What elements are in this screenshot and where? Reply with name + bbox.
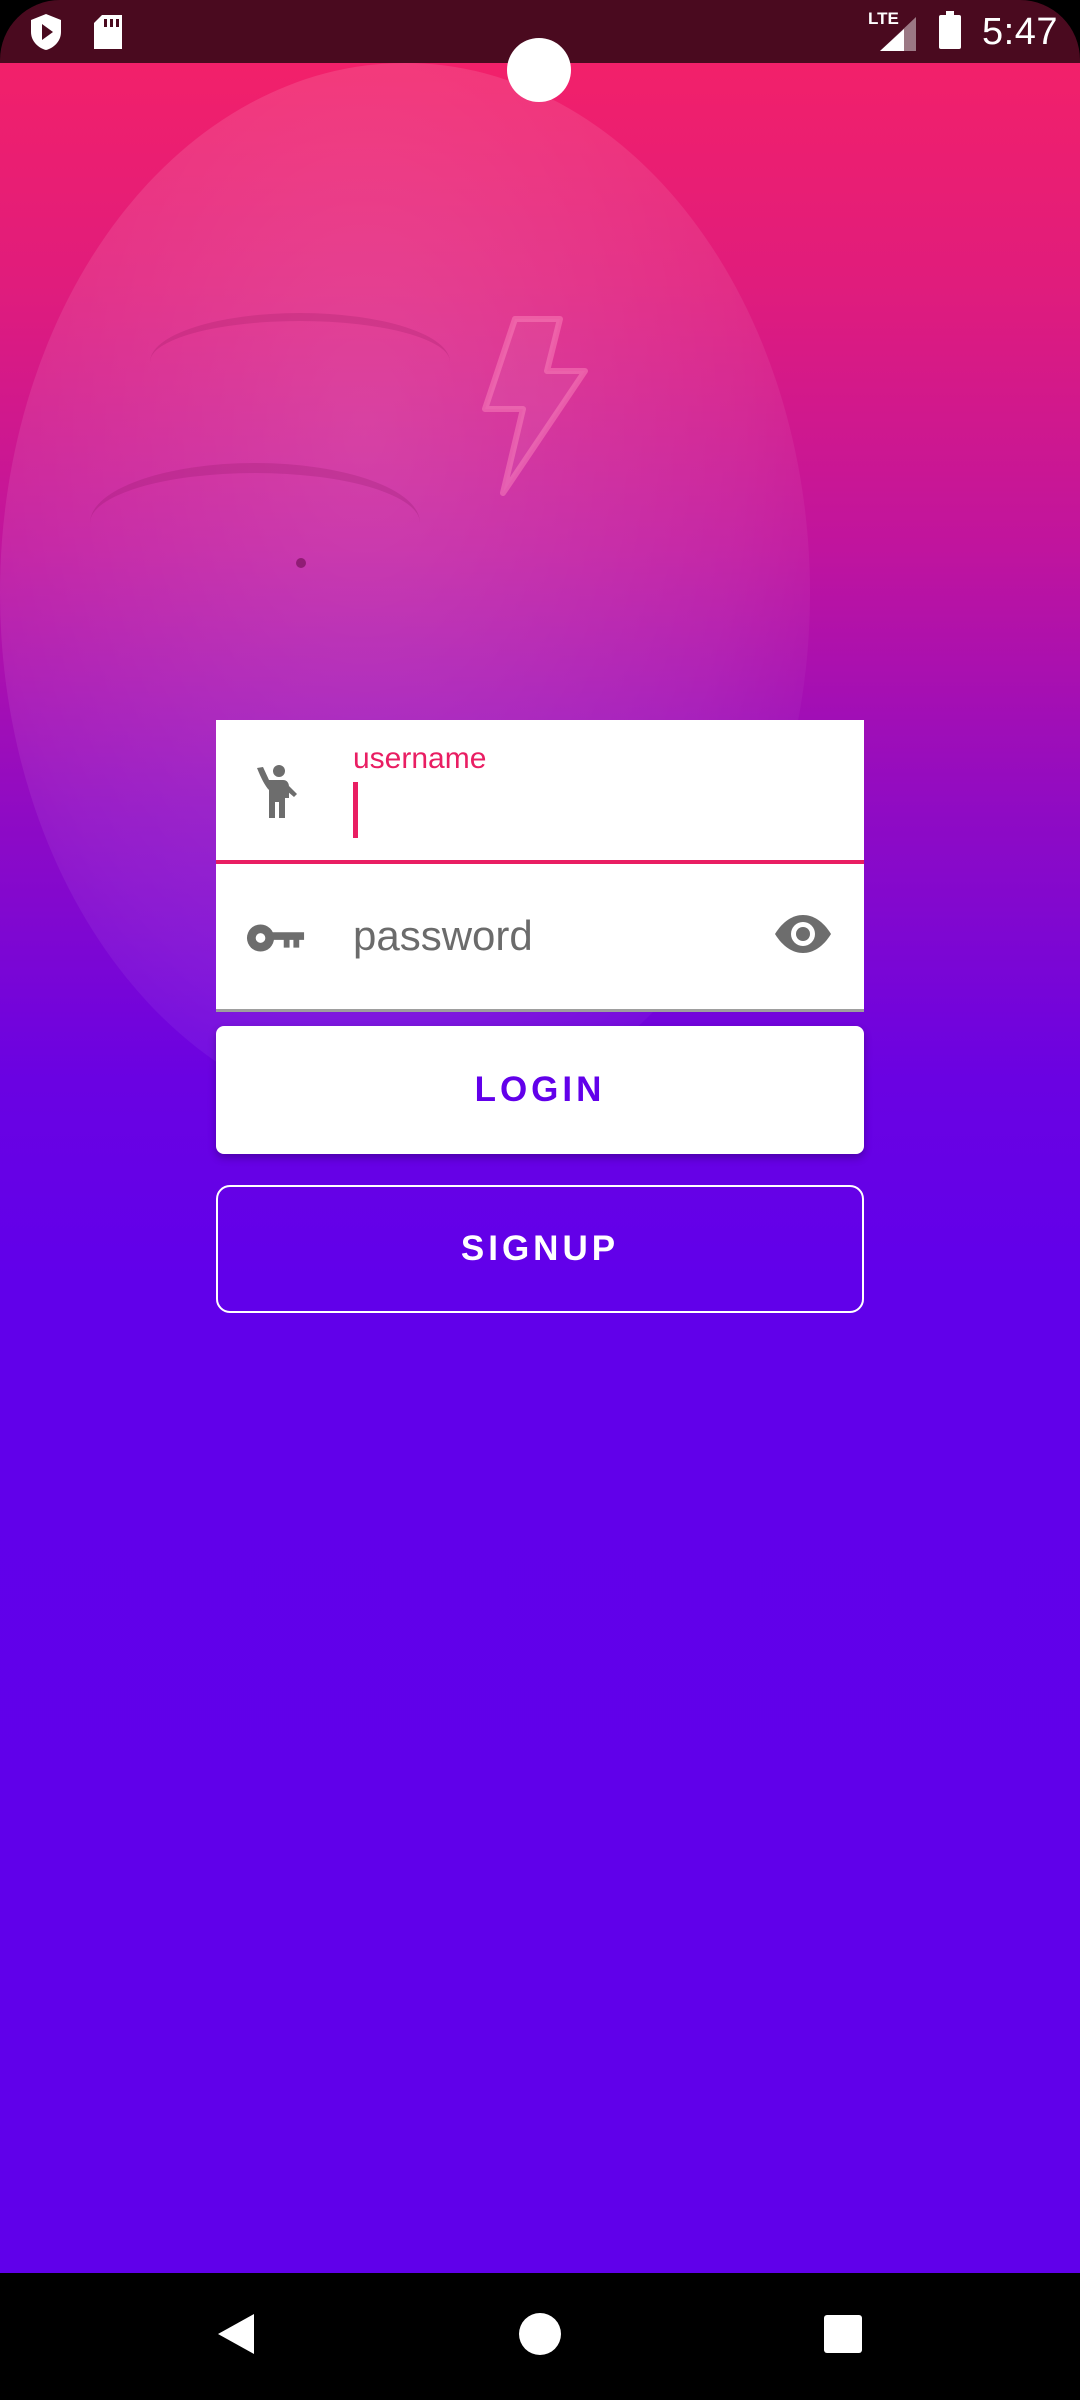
- main-content: username password LOGIN SIGNUP: [0, 63, 1080, 2273]
- status-left-icons: [28, 12, 124, 57]
- home-icon: [518, 2312, 562, 2361]
- login-form: username password LOGIN SIGNUP: [216, 720, 864, 1313]
- background-photo-mole: [296, 558, 306, 568]
- network-type-label: LTE: [868, 8, 899, 28]
- username-field[interactable]: username: [216, 720, 864, 864]
- login-screen: LTE 5:47 username password LOGIN SIGNUP: [0, 0, 1080, 2400]
- person-waving-icon: [248, 762, 308, 822]
- status-right-icons: LTE 5:47: [868, 9, 1058, 55]
- eye-icon: [773, 913, 833, 960]
- text-cursor: [353, 782, 358, 838]
- shield-play-icon: [28, 12, 64, 57]
- background-photo-brow: [150, 313, 450, 411]
- status-time: 5:47: [982, 11, 1058, 53]
- home-button[interactable]: [507, 2303, 573, 2369]
- login-button[interactable]: LOGIN: [216, 1026, 864, 1154]
- key-icon: [246, 908, 306, 968]
- sd-card-icon: [92, 13, 124, 56]
- camera-cutout: [507, 38, 571, 102]
- back-button[interactable]: [203, 2303, 269, 2369]
- signal-icon: LTE: [868, 9, 918, 53]
- password-placeholder: password: [353, 912, 533, 959]
- background-photo-eye: [90, 463, 420, 583]
- recents-button[interactable]: [810, 2303, 876, 2369]
- lightning-bolt-icon: [475, 313, 595, 503]
- back-icon: [216, 2312, 256, 2361]
- password-field[interactable]: password: [216, 864, 864, 1012]
- battery-icon: [938, 10, 962, 55]
- signup-button[interactable]: SIGNUP: [216, 1185, 864, 1313]
- navigation-bar: [0, 2273, 1080, 2400]
- username-label: username: [353, 742, 487, 775]
- password-visibility-toggle[interactable]: [772, 908, 834, 964]
- recents-icon: [823, 2314, 863, 2359]
